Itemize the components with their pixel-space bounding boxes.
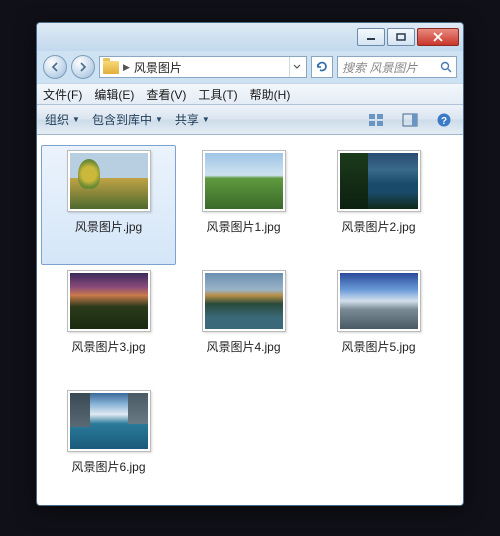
thumbnail [67, 150, 151, 212]
help-button[interactable]: ? [433, 110, 455, 130]
explorer-window: ▶ 风景图片 搜索 风景图片 文件(F) 编辑(E) 查看(V) 工具(T) 帮… [36, 22, 464, 506]
menu-help[interactable]: 帮助(H) [250, 86, 291, 103]
thumbnail-image [70, 153, 148, 209]
maximize-icon [396, 33, 406, 41]
thumbnail-image [340, 153, 418, 209]
file-item[interactable]: 风景图片6.jpg [41, 385, 176, 505]
file-label: 风景图片4.jpg [206, 338, 280, 355]
file-item[interactable]: 风景图片1.jpg [176, 145, 311, 265]
close-button[interactable] [417, 28, 459, 46]
file-item[interactable]: 风景图片2.jpg [311, 145, 446, 265]
minimize-button[interactable] [357, 28, 385, 46]
menu-view[interactable]: 查看(V) [146, 86, 186, 103]
file-label: 风景图片2.jpg [341, 218, 415, 235]
file-label: 风景图片1.jpg [206, 218, 280, 235]
file-item[interactable]: 风景图片5.jpg [311, 265, 446, 385]
file-item[interactable]: 风景图片.jpg [41, 145, 176, 265]
refresh-button[interactable] [311, 56, 333, 78]
include-in-library-button[interactable]: 包含到库中 ▼ [92, 111, 163, 128]
breadcrumb-separator-icon: ▶ [123, 62, 130, 73]
view-icon [368, 113, 384, 127]
back-button[interactable] [43, 55, 67, 79]
chevron-down-icon: ▼ [155, 115, 163, 124]
items-grid: 风景图片.jpg 风景图片1.jpg 风景图片2.jpg 风景图片3.jpg 风景图片4… [41, 145, 459, 505]
svg-text:?: ? [441, 116, 447, 127]
toolbar: 组织 ▼ 包含到库中 ▼ 共享 ▼ ? [37, 105, 463, 135]
thumbnail-image [340, 273, 418, 329]
search-icon [440, 61, 452, 73]
include-label: 包含到库中 [92, 111, 152, 128]
address-dropdown[interactable] [289, 57, 303, 77]
search-input[interactable]: 搜索 风景图片 [337, 56, 457, 78]
file-item[interactable]: 风景图片4.jpg [176, 265, 311, 385]
menu-tools[interactable]: 工具(T) [198, 86, 237, 103]
menu-edit[interactable]: 编辑(E) [94, 86, 134, 103]
help-icon: ? [436, 112, 452, 128]
minimize-icon [366, 33, 376, 41]
thumbnail-image [205, 153, 283, 209]
address-bar[interactable]: ▶ 风景图片 [99, 56, 307, 78]
forward-button[interactable] [71, 55, 95, 79]
change-view-button[interactable] [365, 110, 387, 130]
menubar: 文件(F) 编辑(E) 查看(V) 工具(T) 帮助(H) [37, 83, 463, 105]
arrow-right-icon [78, 62, 88, 72]
preview-pane-icon [402, 113, 418, 127]
thumbnail-image [205, 273, 283, 329]
navbar: ▶ 风景图片 搜索 风景图片 [37, 51, 463, 83]
chevron-down-icon: ▼ [72, 115, 80, 124]
thumbnail [67, 270, 151, 332]
refresh-icon [315, 60, 329, 74]
file-label: 风景图片3.jpg [71, 338, 145, 355]
close-icon [432, 32, 444, 42]
organize-button[interactable]: 组织 ▼ [45, 111, 80, 128]
thumbnail [337, 150, 421, 212]
thumbnail [202, 270, 286, 332]
preview-pane-button[interactable] [399, 110, 421, 130]
chevron-down-icon [293, 64, 301, 70]
thumbnail [337, 270, 421, 332]
file-label: 风景图片.jpg [75, 218, 142, 235]
arrow-left-icon [50, 62, 60, 72]
content-area[interactable]: 风景图片.jpg 风景图片1.jpg 风景图片2.jpg 风景图片3.jpg 风景图片4… [37, 135, 463, 505]
share-label: 共享 [175, 111, 199, 128]
share-button[interactable]: 共享 ▼ [175, 111, 210, 128]
thumbnail [67, 390, 151, 452]
titlebar [37, 23, 463, 51]
thumbnail-image [70, 393, 148, 449]
organize-label: 组织 [45, 111, 69, 128]
thumbnail [202, 150, 286, 212]
thumbnail-image [70, 273, 148, 329]
breadcrumb[interactable]: 风景图片 [134, 59, 182, 76]
file-label: 风景图片5.jpg [341, 338, 415, 355]
file-label: 风景图片6.jpg [71, 458, 145, 475]
maximize-button[interactable] [387, 28, 415, 46]
folder-icon [103, 61, 119, 74]
search-placeholder: 搜索 风景图片 [342, 59, 417, 76]
menu-file[interactable]: 文件(F) [43, 86, 82, 103]
chevron-down-icon: ▼ [202, 115, 210, 124]
file-item[interactable]: 风景图片3.jpg [41, 265, 176, 385]
